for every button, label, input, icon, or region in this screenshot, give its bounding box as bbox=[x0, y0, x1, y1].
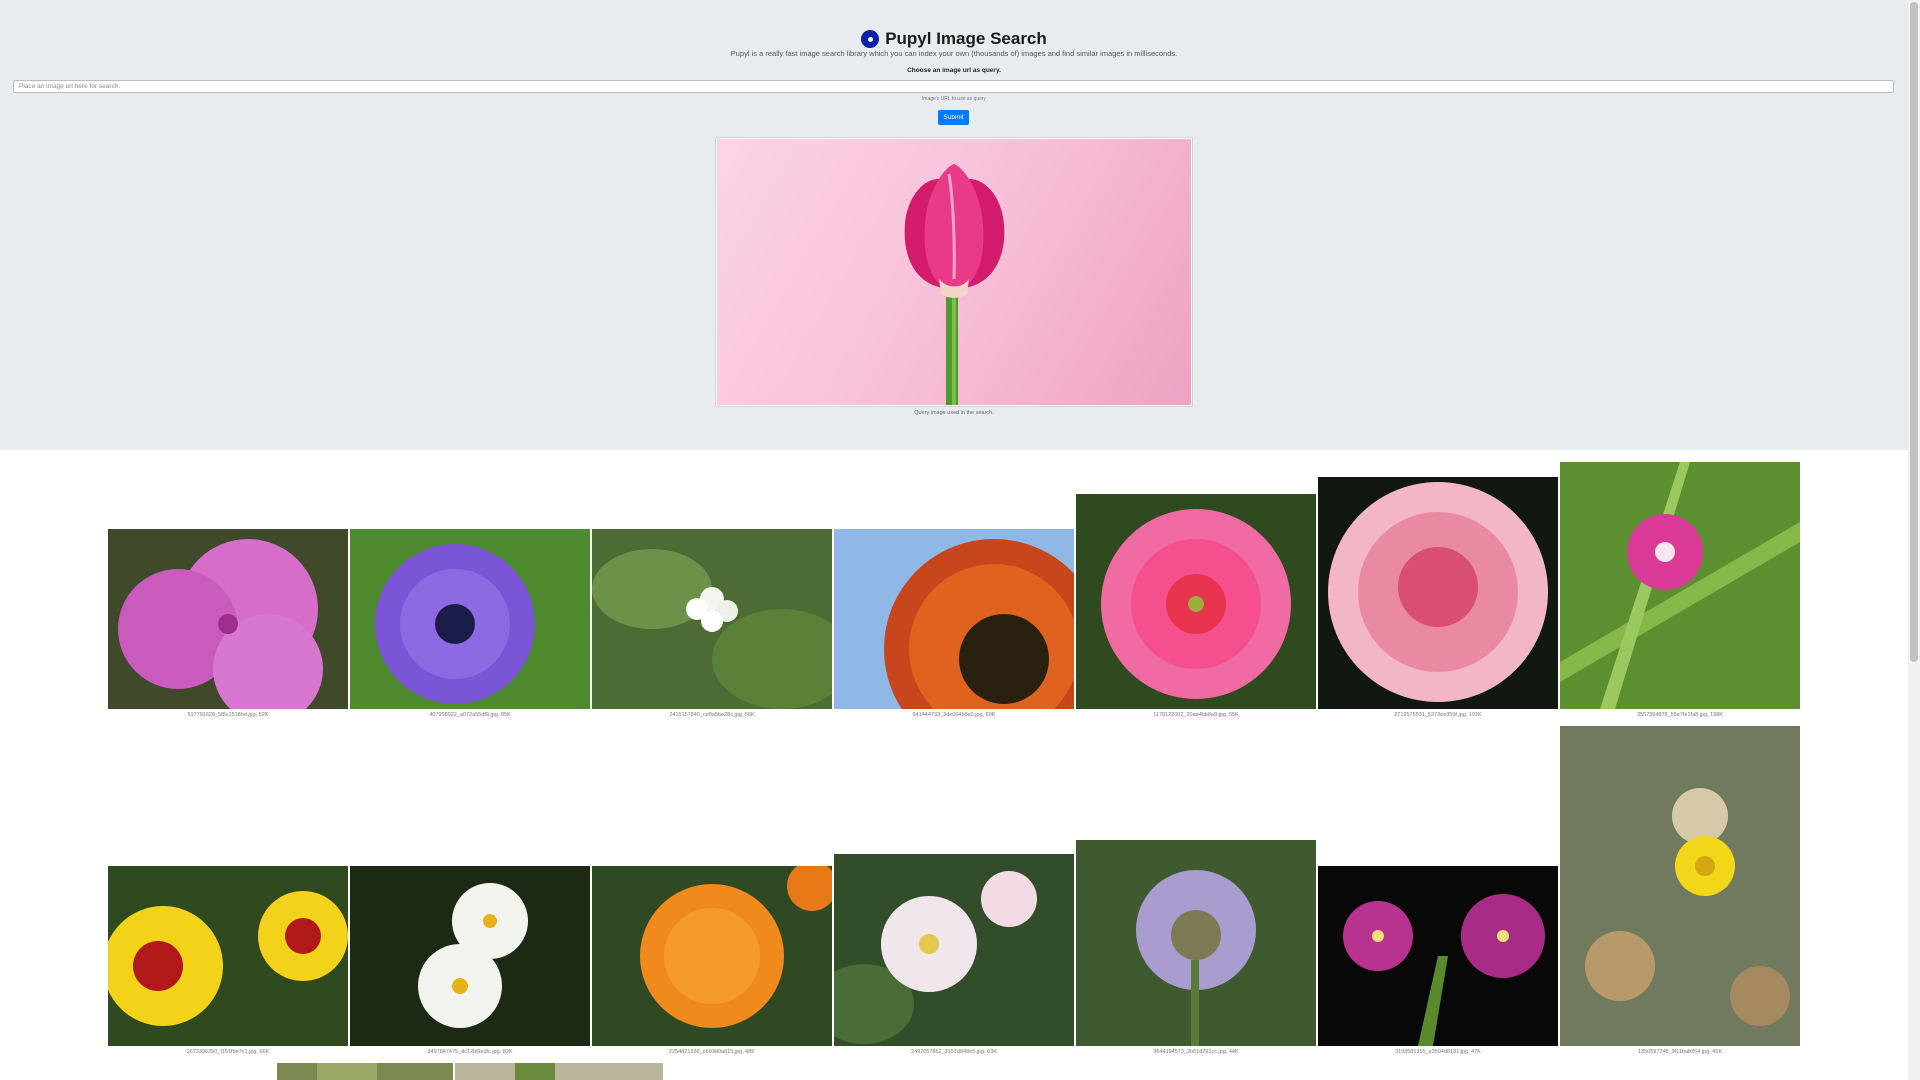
result-image[interactable] bbox=[1076, 840, 1316, 1046]
submit-button[interactable]: Submit bbox=[938, 110, 969, 125]
result-image[interactable] bbox=[834, 529, 1074, 709]
page-scrollbar[interactable] bbox=[1908, 0, 1920, 1080]
result-caption: 2673396250_f151fbe7c1.jpg, 66K bbox=[186, 1049, 270, 1055]
result-caption: 3557394878_55e7fe1fa8.jpg, 138K bbox=[1637, 712, 1723, 718]
result-image[interactable] bbox=[1318, 477, 1558, 709]
result-image[interactable] bbox=[592, 529, 832, 709]
result-image[interactable] bbox=[455, 1063, 663, 1080]
result-image[interactable] bbox=[350, 529, 590, 709]
result-caption: 941444733_3de664b8e0.jpg, 80K bbox=[912, 712, 996, 718]
result-image[interactable] bbox=[1076, 494, 1316, 709]
query-caption: Query image used in the search. bbox=[914, 410, 994, 416]
result-caption: 3644194573_2b61d291cc.jpg, 44K bbox=[1153, 1049, 1239, 1055]
result-image[interactable] bbox=[108, 866, 348, 1046]
tulip-image bbox=[904, 164, 1005, 405]
result-caption: 1178122002_20aa4bb8a9.jpg, 55K bbox=[1153, 712, 1239, 718]
search-help-text: Image's URL to use as query bbox=[921, 96, 987, 102]
result-image[interactable] bbox=[834, 854, 1074, 1046]
search-input[interactable] bbox=[13, 80, 1894, 93]
result-caption: 2719575531_5272ee359f.jpg, 101K bbox=[1394, 712, 1482, 718]
result-caption: 517791628_5f8c1518bd.jpg, 52K bbox=[187, 712, 269, 718]
result-caption: 2497057862_3151d048e5.jpg, 63K bbox=[911, 1049, 997, 1055]
hero-section: Pupyl Image Search Pupyl is a really fas… bbox=[0, 0, 1908, 450]
scrollbar-thumb[interactable] bbox=[1910, 2, 1918, 662]
result-caption: 3497847475_4c12b6bc8c.jpg, 82K bbox=[427, 1049, 513, 1055]
result-image[interactable] bbox=[350, 866, 590, 1046]
result-caption: 1350597248_9f11bab254.jpg, 45K bbox=[1637, 1049, 1722, 1055]
pupyl-eye-logo-icon bbox=[861, 30, 880, 48]
result-image[interactable] bbox=[592, 866, 832, 1046]
page-title: Pupyl Image Search bbox=[885, 29, 1047, 48]
query-image bbox=[715, 137, 1193, 407]
result-image[interactable] bbox=[1560, 726, 1800, 1046]
result-image[interactable] bbox=[108, 529, 348, 709]
choose-label: Choose an image url as query. bbox=[907, 67, 1001, 74]
result-image[interactable] bbox=[1560, 462, 1800, 709]
tagline: Pupyl is a really fast image search libr… bbox=[730, 49, 1178, 58]
result-image[interactable] bbox=[1318, 866, 1558, 1046]
result-image[interactable] bbox=[277, 1063, 453, 1080]
result-caption: 407958022_a072a55df9.jpg, 85K bbox=[429, 712, 511, 718]
result-caption: 2415157846_ce0a5be28c.jpg, 56K bbox=[669, 712, 755, 718]
result-caption: 2254821336_e603d0a815.jpg, 48K bbox=[669, 1049, 755, 1055]
result-caption: 3193581355_e3504d8181.jpg, 47K bbox=[1395, 1049, 1481, 1055]
